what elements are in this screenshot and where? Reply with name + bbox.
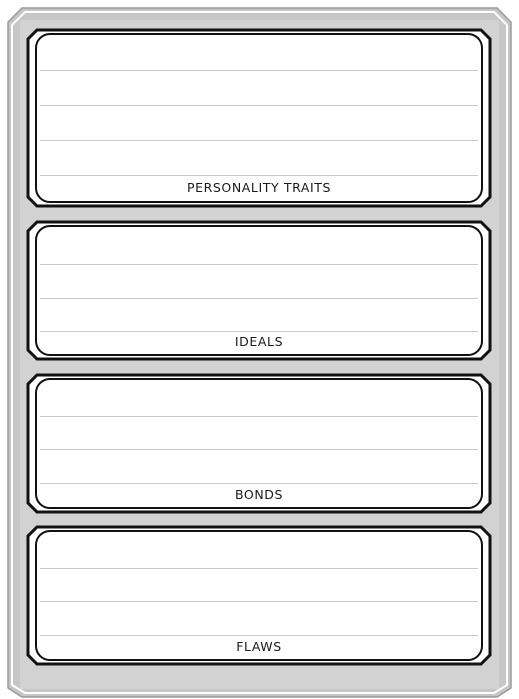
entry-line[interactable] — [40, 298, 478, 299]
bonds-box: BONDS — [26, 373, 492, 514]
section-label-ideals: IDEALS — [234, 334, 284, 349]
ideals-box: IDEALS — [26, 220, 492, 361]
section-label-bonds: BONDS — [234, 487, 284, 502]
entry-line[interactable] — [40, 331, 478, 332]
personality-traits-box: PERSONALITY TRAITS — [26, 28, 492, 208]
character-sheet-panel: PERSONALITY TRAITS IDEALS BONDS FLAWS — [0, 0, 519, 699]
entry-line[interactable] — [40, 635, 478, 636]
flaws-box: FLAWS — [26, 525, 492, 666]
entry-line[interactable] — [40, 601, 478, 602]
entry-line[interactable] — [40, 416, 478, 417]
entry-line[interactable] — [40, 140, 478, 141]
entry-line[interactable] — [40, 568, 478, 569]
entry-line[interactable] — [40, 105, 478, 106]
entry-line[interactable] — [40, 449, 478, 450]
entry-line[interactable] — [40, 483, 478, 484]
section-label-personality-traits: PERSONALITY TRAITS — [186, 180, 332, 195]
entry-line[interactable] — [40, 264, 478, 265]
entry-line[interactable] — [40, 175, 478, 176]
entry-line[interactable] — [40, 70, 478, 71]
section-label-flaws: FLAWS — [236, 639, 282, 654]
